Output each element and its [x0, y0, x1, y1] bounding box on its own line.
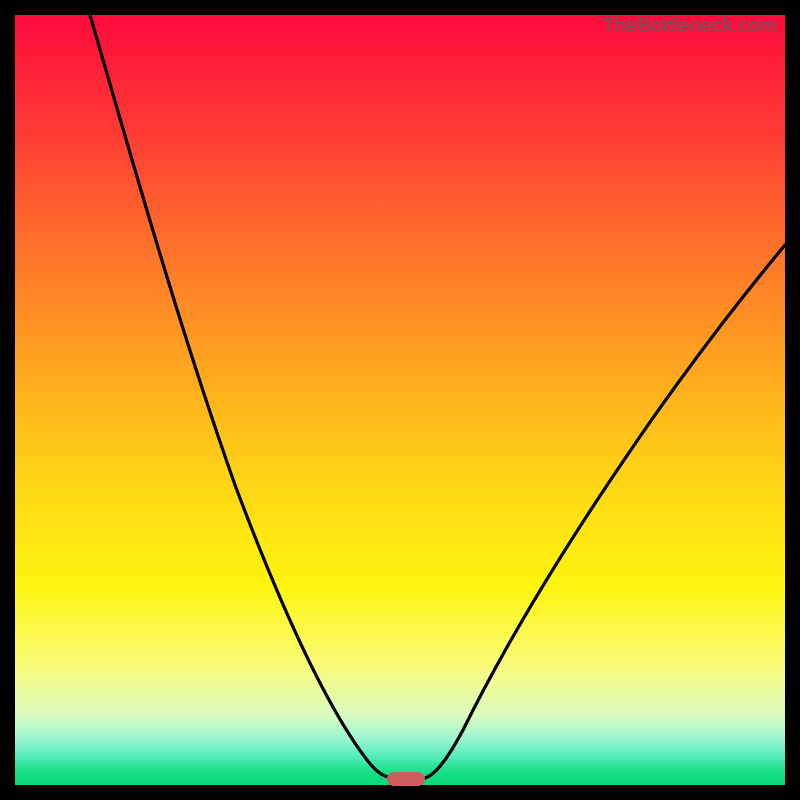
gradient-plot-area: TheBottleneck.com	[15, 15, 785, 785]
curve-path	[90, 15, 785, 778]
optimal-marker	[387, 772, 425, 786]
bottleneck-curve	[15, 15, 785, 785]
chart-frame: TheBottleneck.com	[0, 0, 800, 800]
watermark-text: TheBottleneck.com	[602, 15, 777, 38]
